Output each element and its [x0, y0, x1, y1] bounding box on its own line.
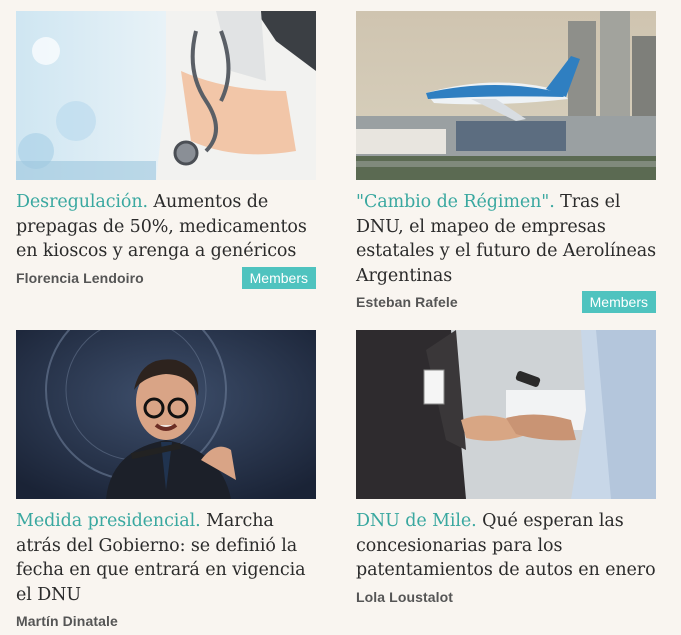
article-title[interactable]: Medida presidencial. Marcha atrás del Go… — [16, 509, 316, 607]
article-author[interactable]: Martín Dinatale — [16, 613, 118, 629]
article-meta: Florencia Lendoiro Members — [16, 266, 316, 289]
article-image-airplane[interactable] — [356, 11, 656, 180]
article-image-president[interactable] — [16, 330, 316, 499]
article-kicker: DNU de Mile. — [356, 511, 477, 531]
article-author[interactable]: Lola Loustalot — [356, 589, 453, 605]
article-image-doctor[interactable] — [16, 11, 316, 180]
article-meta: Martín Dinatale — [16, 610, 316, 632]
article-image-handshake[interactable] — [356, 330, 656, 499]
article-card[interactable]: DNU de Mile. Qué esperan las concesionar… — [356, 330, 656, 608]
article-author[interactable]: Florencia Lendoiro — [16, 270, 144, 286]
article-card[interactable]: Medida presidencial. Marcha atrás del Go… — [16, 330, 316, 632]
article-grid: Desregulación. Aumentos de prepagas de 5… — [0, 0, 681, 635]
members-badge: Members — [241, 266, 316, 289]
article-author[interactable]: Esteban Rafele — [356, 294, 458, 310]
article-title[interactable]: "Cambio de Régimen". Tras el DNU, el map… — [356, 190, 656, 288]
article-card[interactable]: Desregulación. Aumentos de prepagas de 5… — [16, 11, 316, 289]
article-kicker: "Cambio de Régimen". — [356, 192, 555, 212]
article-kicker: Desregulación. — [16, 192, 148, 212]
article-meta: Esteban Rafele Members — [356, 291, 656, 313]
article-kicker: Medida presidencial. — [16, 511, 201, 531]
article-title[interactable]: Desregulación. Aumentos de prepagas de 5… — [16, 190, 316, 264]
article-title[interactable]: DNU de Mile. Qué esperan las concesionar… — [356, 509, 656, 583]
members-badge: Members — [581, 291, 656, 313]
article-card[interactable]: "Cambio de Régimen". Tras el DNU, el map… — [356, 11, 656, 313]
article-meta: Lola Loustalot — [356, 586, 656, 608]
